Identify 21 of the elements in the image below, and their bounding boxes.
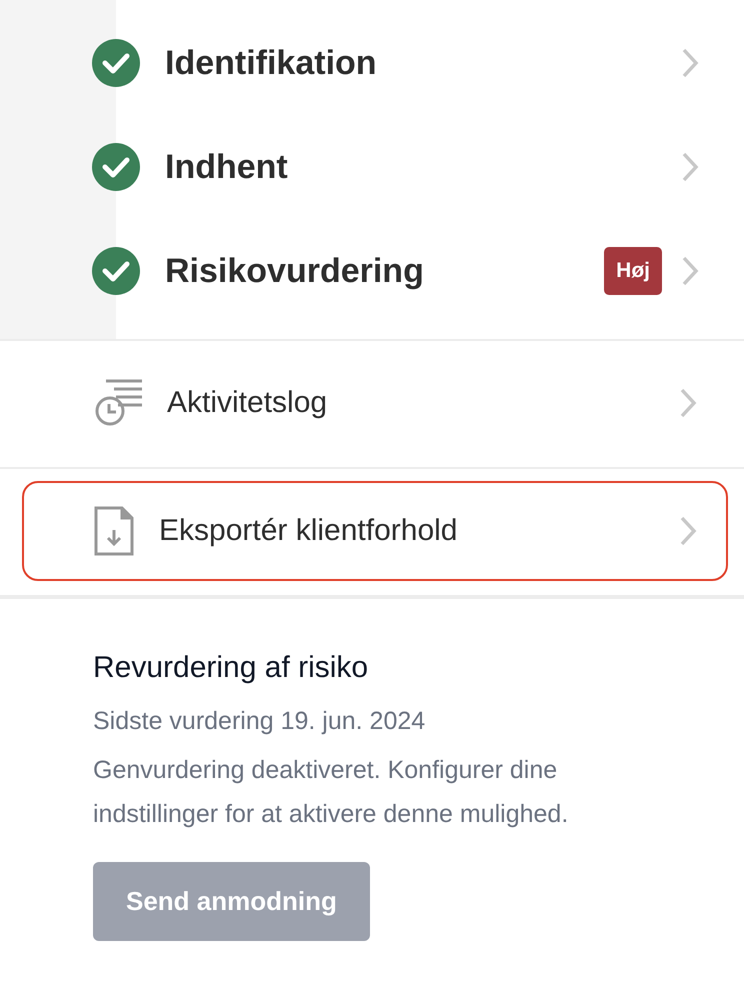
step-row[interactable]: Identifikation	[0, 11, 744, 115]
chevron-right-icon	[680, 47, 700, 79]
document-download-icon	[94, 506, 134, 556]
step-label: Indhent	[165, 148, 289, 186]
step-label: Risikovurdering	[165, 252, 425, 290]
step-label: Identifikation	[165, 44, 378, 82]
chevron-right-icon	[678, 387, 698, 419]
menu-item-label: Aktivitetslog	[167, 386, 328, 420]
menu-item[interactable]: Aktivitetslog	[22, 353, 728, 453]
section-title: Revurdering af risiko	[93, 651, 370, 685]
chevron-right-icon	[680, 151, 700, 183]
step-row[interactable]: Risikovurdering Høj	[0, 219, 744, 323]
info-text: Genvurdering deaktiveret. Konfigurer dine indstillinger for at aktivere denne mulighed.	[93, 755, 570, 830]
menu-item-label: Eksportér klientforhold	[159, 514, 458, 548]
clock-list-icon	[94, 379, 142, 427]
chevron-right-icon	[678, 515, 698, 547]
step-row[interactable]: Indhent	[0, 115, 744, 219]
last-assessed-text: Sidste vurdering 19. jun. 2024	[93, 707, 426, 736]
risk-badge: Høj	[604, 247, 662, 295]
menu-item[interactable]: Eksportér klientforhold	[22, 481, 728, 581]
chevron-right-icon	[680, 255, 700, 287]
